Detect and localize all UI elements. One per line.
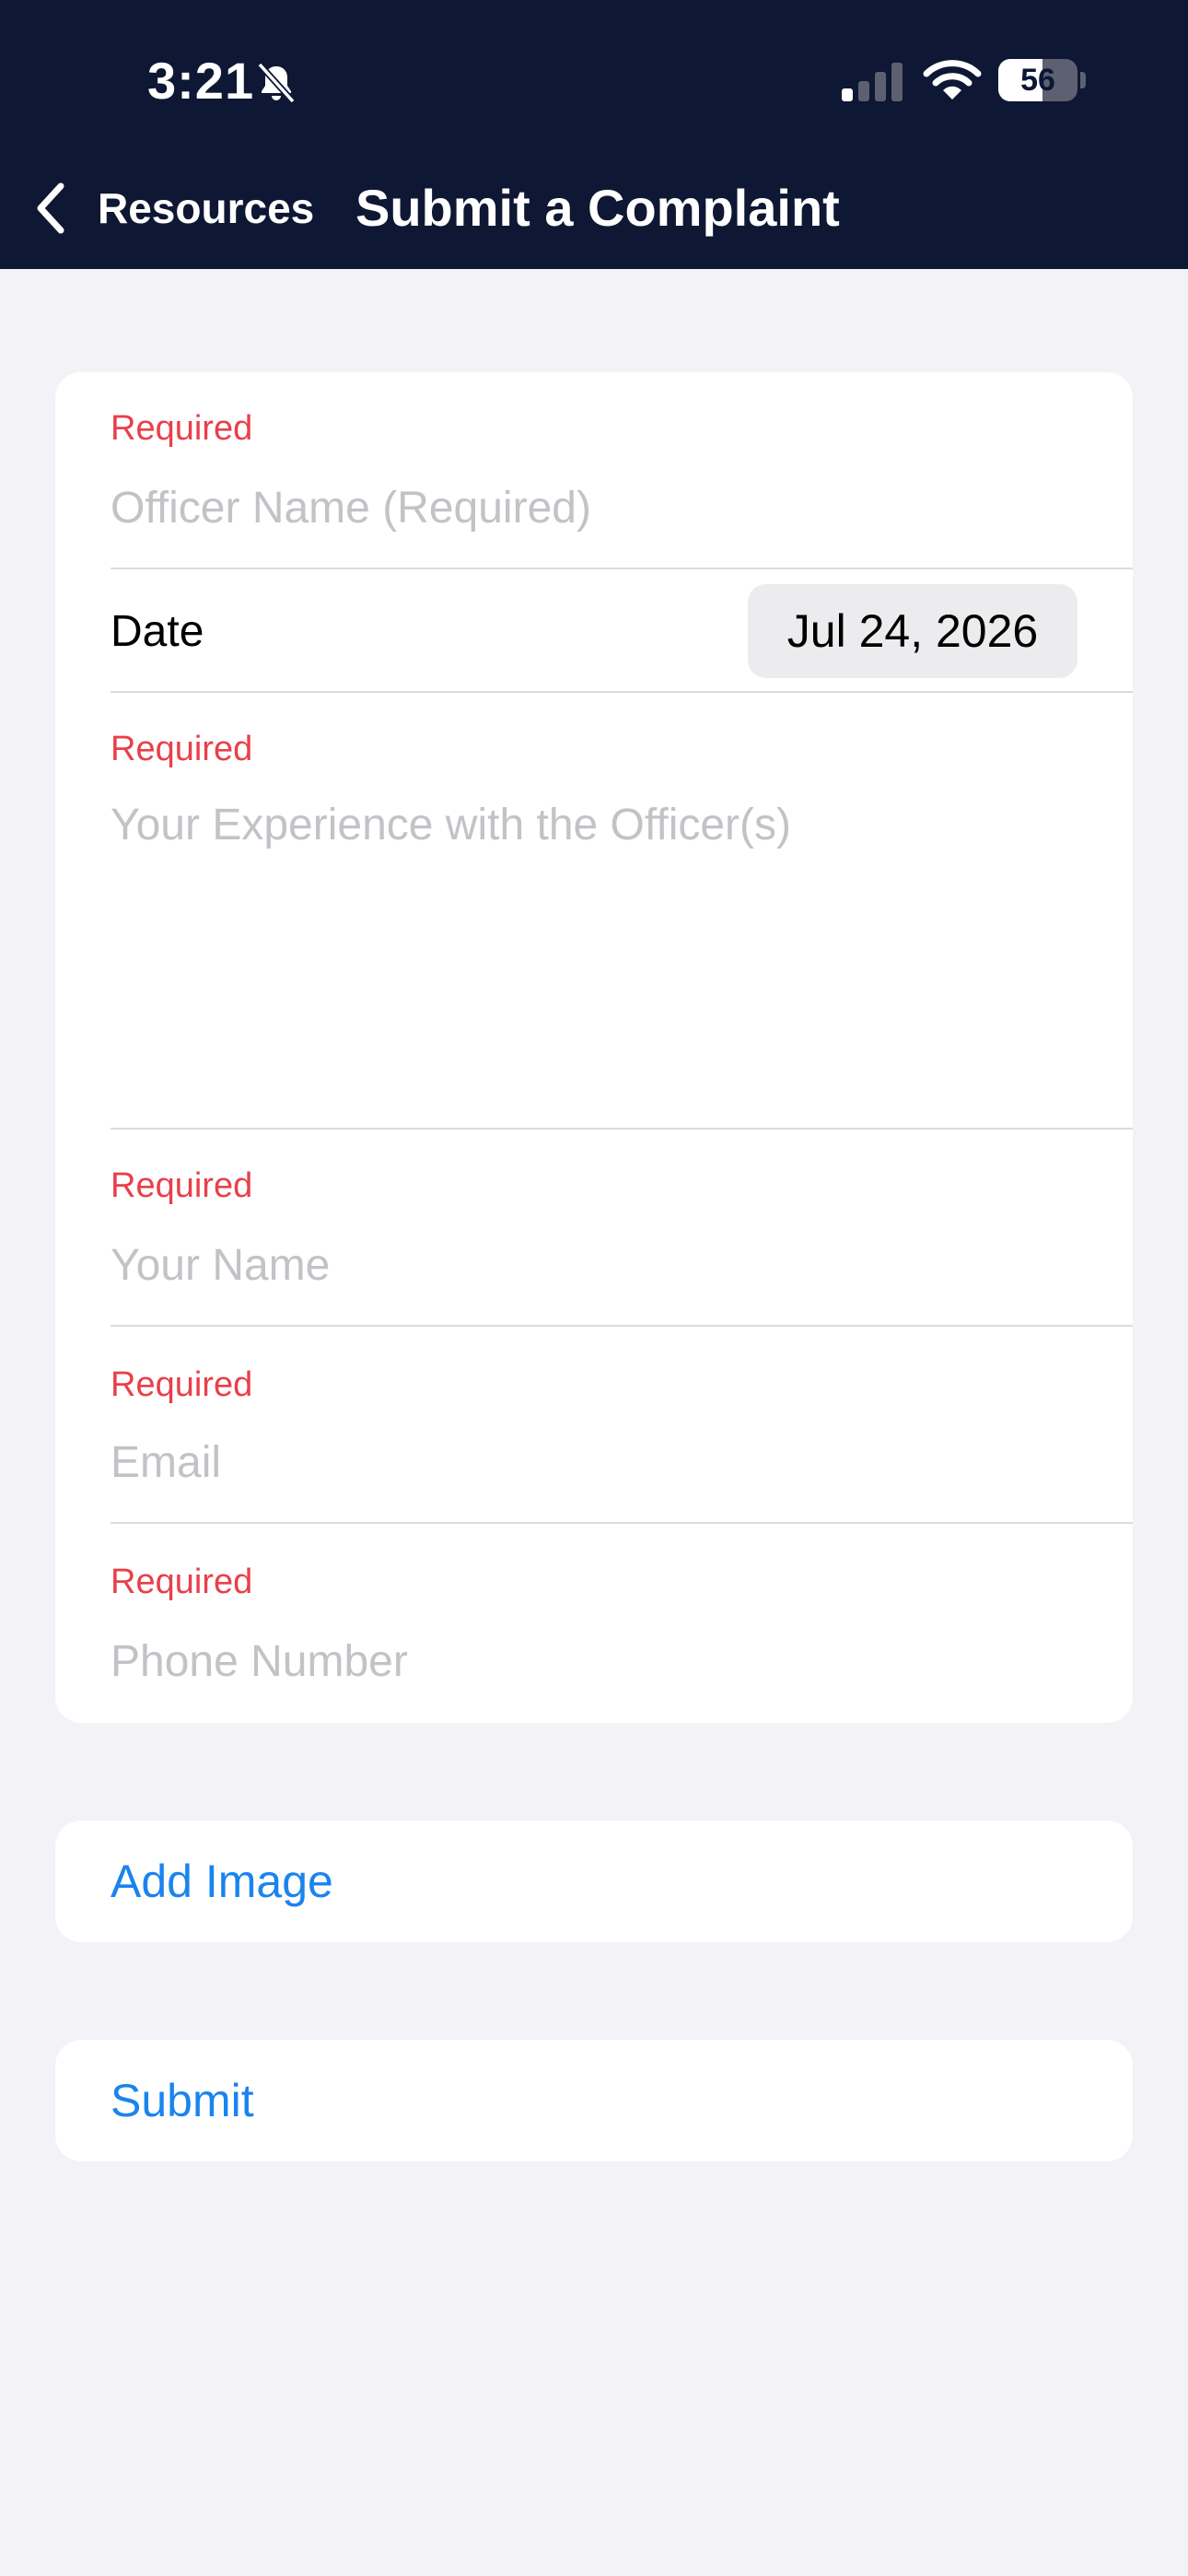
your-name-required-label: Required [111,1166,253,1205]
signal-bar [891,63,903,101]
phone-number-field[interactable]: Phone Number [111,1636,408,1687]
signal-bar [858,81,869,101]
experience-textarea[interactable]: Your Experience with the Officer(s) [111,800,791,850]
email-field[interactable]: Email [111,1437,221,1488]
email-required-label: Required [111,1365,253,1404]
add-image-button[interactable]: Add Image [55,1821,1133,1942]
status-time: 3:21 [147,52,255,110]
submit-label: Submit [111,2075,254,2126]
cellular-signal-icon [842,63,903,101]
complaint-form: Required Officer Name (Required) Date Ju… [55,372,1133,1723]
experience-required-label: Required [111,730,253,768]
date-picker[interactable]: Jul 24, 2026 [748,584,1077,678]
divider [111,1128,1133,1130]
page-title: Submit a Complaint [355,179,840,237]
battery-nub [1080,72,1086,88]
back-button[interactable]: Resources [28,175,322,241]
submit-button[interactable]: Submit [55,2040,1133,2161]
top-bar: 3:21 56 Resources Submit a Complaint [0,0,1188,269]
signal-bar [842,88,853,101]
officer-name-required-label: Required [111,409,253,448]
divider [111,1522,1133,1524]
officer-name-field[interactable]: Officer Name (Required) [111,483,591,533]
divider [111,1325,1133,1327]
signal-bar [875,72,886,101]
battery-icon: 56 [998,59,1077,101]
phone-required-label: Required [111,1563,253,1601]
chevron-left-icon [37,182,64,234]
back-button-label: Resources [98,184,315,232]
divider [111,691,1133,693]
your-name-field[interactable]: Your Name [111,1240,330,1291]
divider [111,568,1133,569]
bell-slash-icon [257,62,296,104]
battery-level: 56 [1020,63,1055,98]
add-image-label: Add Image [111,1856,333,1907]
wifi-icon [923,60,982,100]
date-label: Date [111,607,204,656]
